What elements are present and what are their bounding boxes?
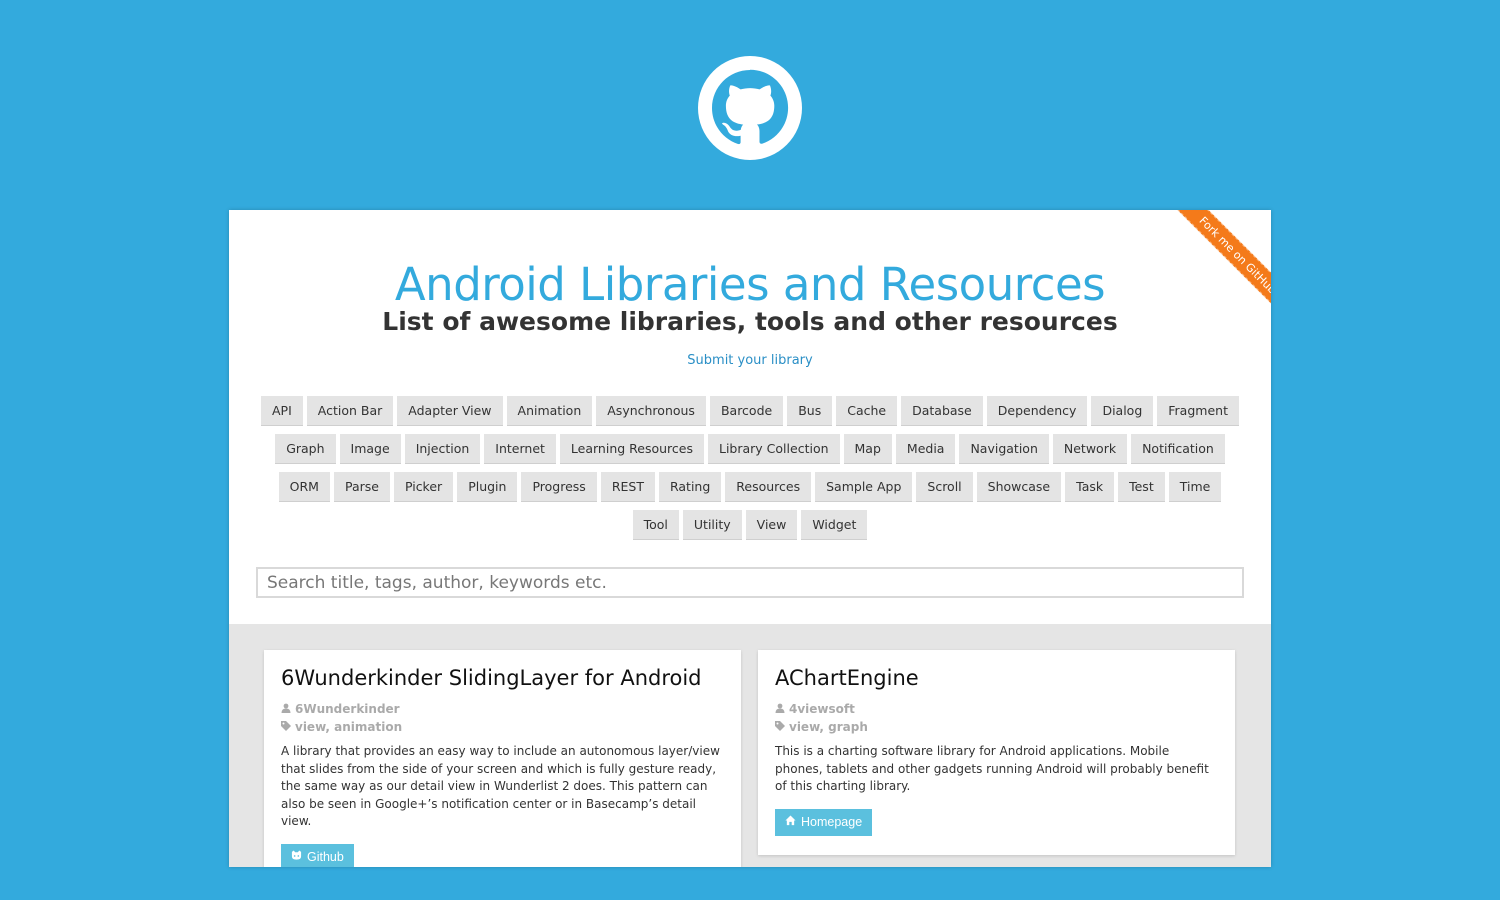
tag-showcase[interactable]: Showcase (976, 472, 1062, 502)
library-card: AChartEngine 4viewsoft view, graph This … (758, 650, 1235, 855)
tag-tool[interactable]: Tool (632, 510, 679, 540)
user-icon (775, 700, 785, 718)
tag-sample-app[interactable]: Sample App (815, 472, 913, 502)
tag-rating[interactable]: Rating (658, 472, 722, 502)
tag-filter-list: API Action Bar Adapter View Animation Asynch… (259, 396, 1241, 540)
tag-network[interactable]: Network (1052, 434, 1128, 464)
tag-orm[interactable]: ORM (278, 472, 330, 502)
tag-icon (775, 718, 785, 736)
tag-map[interactable]: Map (843, 434, 892, 464)
card-tags: view, graph (775, 718, 1218, 736)
tag-animation[interactable]: Animation (506, 396, 593, 426)
tag-asynchronous[interactable]: Asynchronous (596, 396, 706, 426)
tag-test[interactable]: Test (1118, 472, 1165, 502)
github-octocat-icon[interactable] (698, 56, 802, 160)
tag-action-bar[interactable]: Action Bar (306, 396, 394, 426)
tag-scroll[interactable]: Scroll (916, 472, 973, 502)
card-author-name: 6Wunderkinder (295, 702, 400, 716)
tag-fragment[interactable]: Fragment (1157, 396, 1239, 426)
tag-database[interactable]: Database (901, 396, 983, 426)
homepage-button[interactable]: Homepage (775, 808, 873, 836)
tag-api[interactable]: API (261, 396, 303, 426)
tag-utility[interactable]: Utility (682, 510, 742, 540)
tag-media[interactable]: Media (895, 434, 956, 464)
tag-injection[interactable]: Injection (404, 434, 481, 464)
tag-dependency[interactable]: Dependency (986, 396, 1088, 426)
card-title: 6Wunderkinder SlidingLayer for Android (281, 666, 702, 690)
search-input[interactable] (256, 567, 1244, 598)
tag-parse[interactable]: Parse (333, 472, 390, 502)
page-subtitle: List of awesome libraries, tools and oth… (382, 307, 1118, 336)
tag-internet[interactable]: Internet (484, 434, 556, 464)
tag-widget[interactable]: Widget (801, 510, 868, 540)
tag-notification[interactable]: Notification (1131, 434, 1225, 464)
home-icon (785, 815, 796, 829)
card-author-name: 4viewsoft (789, 702, 855, 716)
library-card: 6Wunderkinder SlidingLayer for Android 6… (264, 650, 741, 867)
tag-time[interactable]: Time (1168, 472, 1222, 502)
card-author: 4viewsoft (775, 700, 1218, 718)
search-box (256, 567, 1244, 598)
tag-navigation[interactable]: Navigation (959, 434, 1049, 464)
submit-library-link[interactable]: Submit your library (229, 353, 1271, 368)
tag-graph[interactable]: Graph (275, 434, 336, 464)
library-list: 6Wunderkinder SlidingLayer for Android 6… (229, 624, 1271, 867)
card-title: AChartEngine (775, 666, 919, 690)
user-icon (281, 700, 291, 718)
github-button[interactable]: Github (281, 843, 354, 867)
tag-icon (281, 718, 291, 736)
tag-learning-resources[interactable]: Learning Resources (559, 434, 704, 464)
tag-plugin[interactable]: Plugin (457, 472, 518, 502)
tag-progress[interactable]: Progress (521, 472, 597, 502)
card-author: 6Wunderkinder (281, 700, 724, 718)
tag-dialog[interactable]: Dialog (1091, 396, 1154, 426)
tag-rest[interactable]: REST (600, 472, 655, 502)
tag-barcode[interactable]: Barcode (709, 396, 784, 426)
card-description: This is a charting software library for … (775, 744, 1209, 793)
main-panel: Fork me on GitHub Android Libraries and … (229, 210, 1271, 867)
card-description: A library that provides an easy way to i… (281, 744, 720, 828)
tag-picker[interactable]: Picker (393, 472, 454, 502)
homepage-button-label: Homepage (801, 815, 863, 829)
github-icon (291, 850, 302, 864)
card-tags-text: view, graph (789, 720, 868, 734)
card-tags: view, animation (281, 718, 724, 736)
tag-image[interactable]: Image (339, 434, 401, 464)
github-button-label: Github (307, 850, 344, 864)
card-tags-text: view, animation (295, 720, 403, 734)
tag-resources[interactable]: Resources (725, 472, 812, 502)
tag-cache[interactable]: Cache (836, 396, 898, 426)
tag-task[interactable]: Task (1065, 472, 1115, 502)
tag-view[interactable]: View (745, 510, 798, 540)
tag-adapter-view[interactable]: Adapter View (397, 396, 503, 426)
tag-bus[interactable]: Bus (787, 396, 833, 426)
tag-library-collection[interactable]: Library Collection (708, 434, 840, 464)
page-title: Android Libraries and Resources (394, 258, 1106, 311)
